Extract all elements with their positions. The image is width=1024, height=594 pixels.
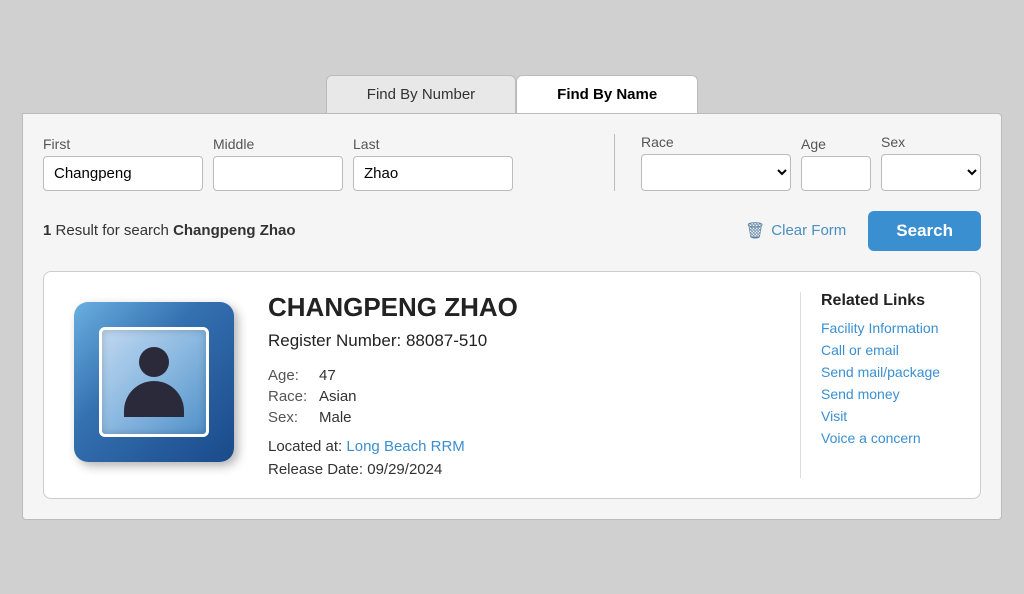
silhouette-body (124, 381, 184, 417)
results-bar: 1 Result for search Changpeng Zhao 🗑 Cle… (43, 207, 981, 255)
form-left: First Middle Last (43, 136, 588, 191)
register-number-value: 88087-510 (406, 331, 487, 350)
trash-icon: 🗑 (745, 221, 765, 241)
sex-label: Sex (881, 134, 981, 150)
location-row: Located at: Long Beach RRM (268, 438, 776, 455)
results-text: 1 Result for search Changpeng Zhao (43, 222, 296, 239)
photo-frame (99, 327, 209, 437)
sex-detail-value: Male (319, 409, 352, 426)
inmate-name: CHANGPENG ZHAO (268, 292, 776, 323)
race-group: Race Asian Black White Hispanic (641, 134, 791, 191)
register-number-label: Register Number: (268, 331, 401, 350)
last-label: Last (353, 136, 513, 152)
related-link-concern[interactable]: Voice a concern (821, 430, 960, 446)
search-form: First Middle Last Race Asi (43, 134, 981, 191)
silhouette-head (139, 347, 169, 377)
race-detail-label: Race: (268, 388, 313, 405)
form-right: Race Asian Black White Hispanic Age Sex (641, 134, 981, 191)
age-input[interactable] (801, 156, 871, 191)
results-search-name: Changpeng Zhao (173, 222, 296, 239)
release-date-value: 09/29/2024 (367, 461, 442, 478)
form-divider (614, 134, 615, 191)
related-link-call-email[interactable]: Call or email (821, 342, 960, 358)
middle-name-input[interactable] (213, 156, 343, 191)
results-actions: 🗑 Clear Form Search (735, 211, 981, 251)
race-select[interactable]: Asian Black White Hispanic (641, 154, 791, 191)
age-detail-label: Age: (268, 367, 313, 384)
location-link[interactable]: Long Beach RRM (346, 438, 464, 455)
sex-select[interactable]: Male Female (881, 154, 981, 191)
result-card: CHANGPENG ZHAO Register Number: 88087-51… (43, 271, 981, 499)
age-label: Age (801, 136, 871, 152)
clear-form-label: Clear Form (771, 222, 846, 239)
race-label: Race (641, 134, 791, 150)
content-box: First Middle Last Race Asi (22, 113, 1002, 520)
age-group: Age (801, 136, 871, 191)
related-links-box: Related Links Facility Information Call … (800, 292, 960, 478)
clear-form-button[interactable]: 🗑 Clear Form (735, 215, 856, 247)
related-link-visit[interactable]: Visit (821, 408, 960, 424)
race-detail-row: Race: Asian (268, 388, 776, 405)
main-container: Find By Number Find By Name First Middle… (12, 65, 1012, 530)
sex-detail-row: Sex: Male (268, 409, 776, 426)
race-detail-value: Asian (319, 388, 357, 405)
release-date-label: Release Date: (268, 461, 363, 478)
person-silhouette (119, 347, 189, 417)
sex-group: Sex Male Female (881, 134, 981, 191)
related-link-send-mail[interactable]: Send mail/package (821, 364, 960, 380)
related-link-facility[interactable]: Facility Information (821, 320, 960, 336)
register-number: Register Number: 88087-510 (268, 331, 776, 351)
tabs: Find By Number Find By Name (22, 75, 1002, 113)
results-count: 1 (43, 222, 51, 239)
last-name-group: Last (353, 136, 513, 191)
tab-find-by-name[interactable]: Find By Name (516, 75, 698, 113)
info-section: CHANGPENG ZHAO Register Number: 88087-51… (268, 292, 776, 478)
release-date-row: Release Date: 09/29/2024 (268, 461, 776, 478)
first-name-input[interactable] (43, 156, 203, 191)
middle-name-group: Middle (213, 136, 343, 191)
sex-detail-label: Sex: (268, 409, 313, 426)
related-link-send-money[interactable]: Send money (821, 386, 960, 402)
search-button[interactable]: Search (868, 211, 981, 251)
photo-icon (74, 302, 234, 462)
location-label: Located at: (268, 438, 342, 455)
last-name-input[interactable] (353, 156, 513, 191)
age-detail-value: 47 (319, 367, 336, 384)
results-label: Result for search (56, 222, 174, 239)
related-links-title: Related Links (821, 292, 960, 310)
tab-find-by-number[interactable]: Find By Number (326, 75, 516, 113)
age-detail-row: Age: 47 (268, 367, 776, 384)
first-name-group: First (43, 136, 203, 191)
first-label: First (43, 136, 203, 152)
middle-label: Middle (213, 136, 343, 152)
avatar-box (64, 292, 244, 472)
